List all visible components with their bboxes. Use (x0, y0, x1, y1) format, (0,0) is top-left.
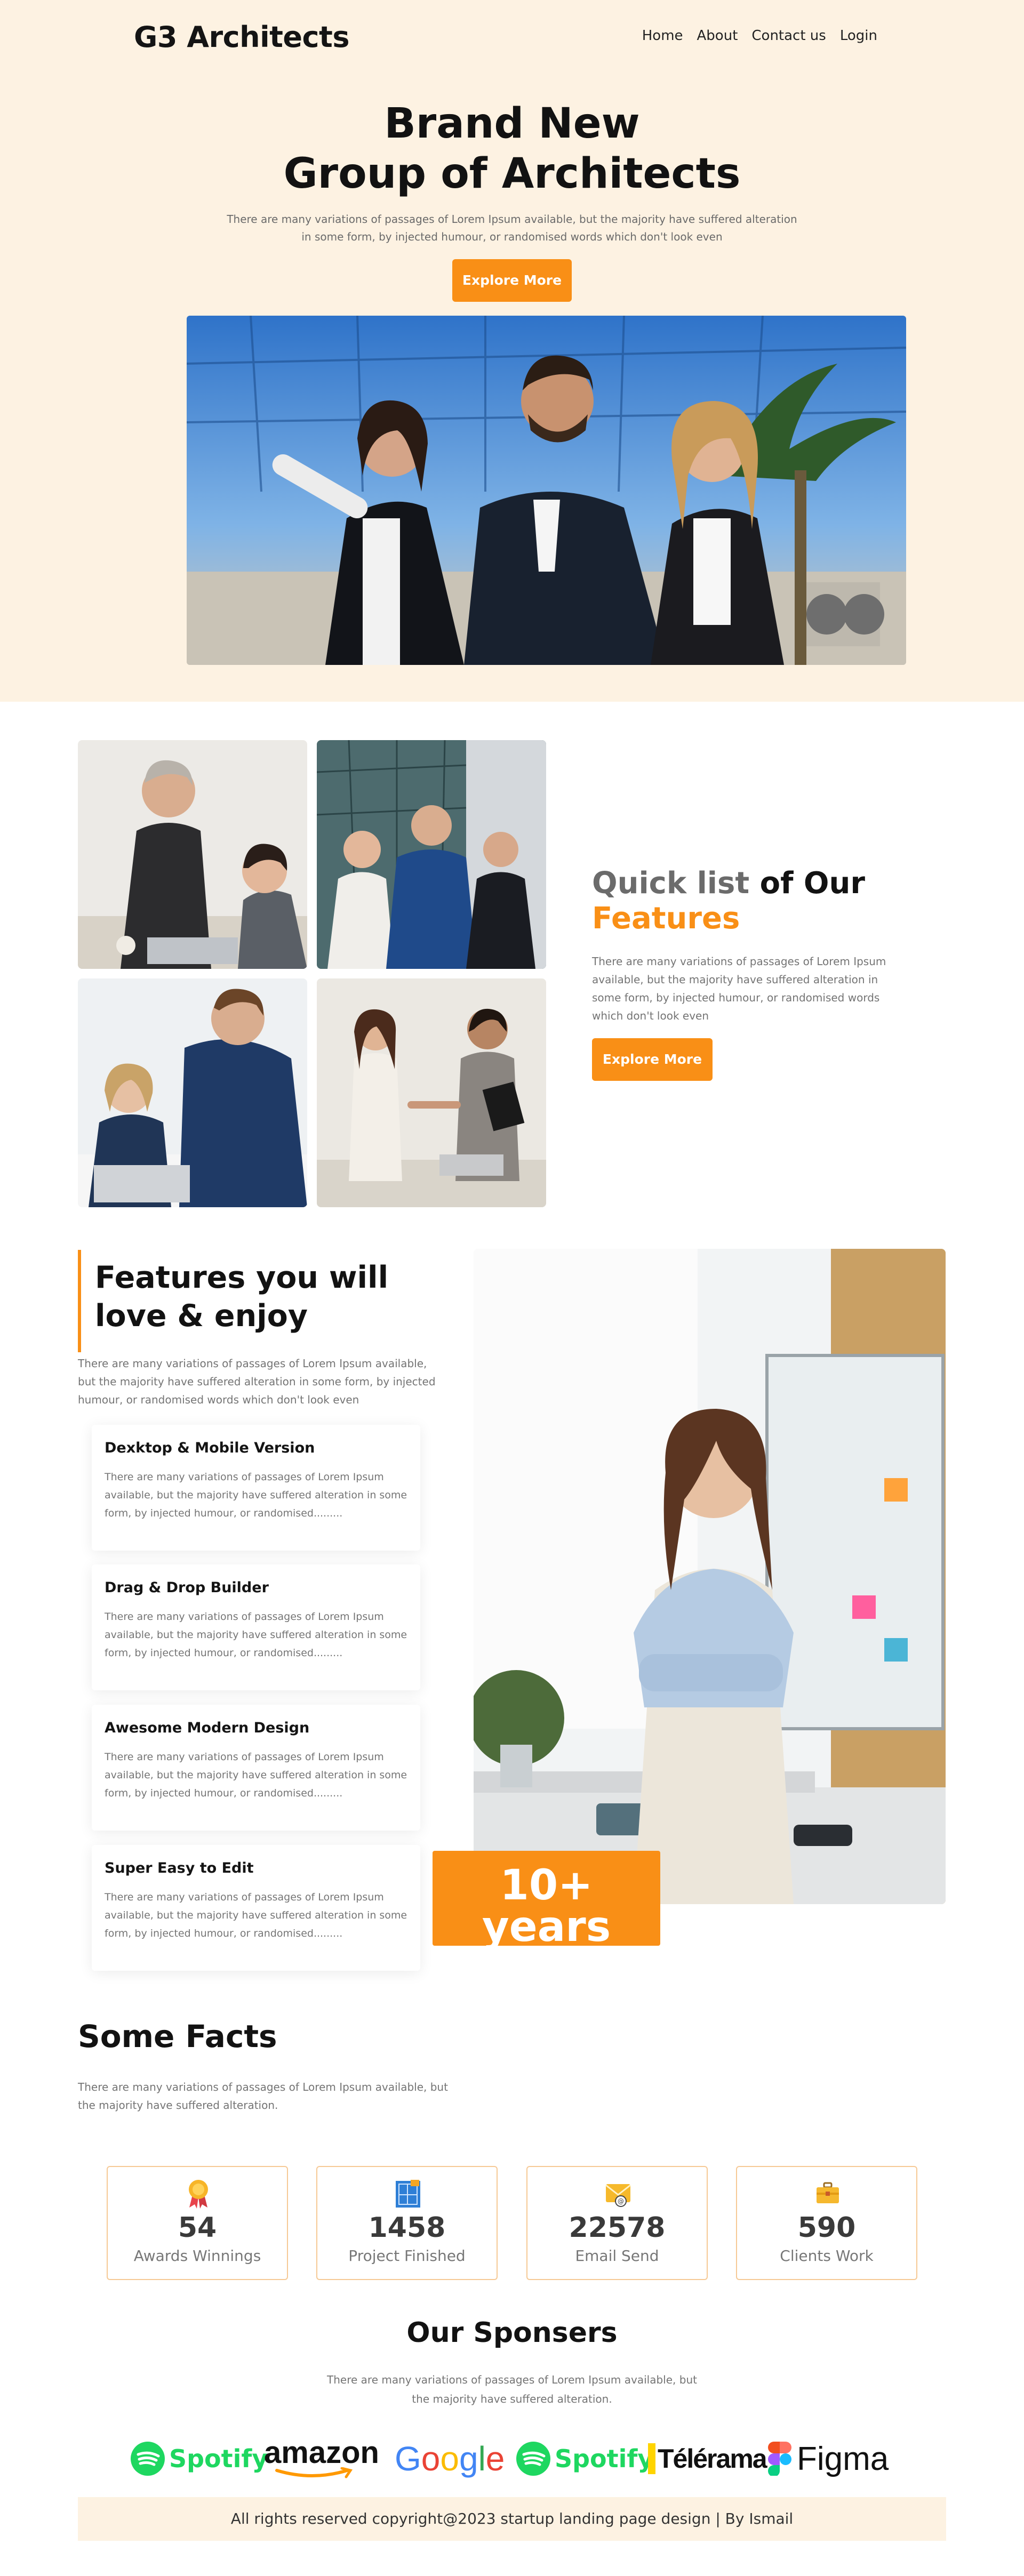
quick-list-section: Quick list of Our Features There are man… (0, 702, 1024, 1239)
quick-explore-button[interactable]: Explore More (592, 1038, 713, 1081)
top-nav: G3 Architects Home About Contact us Logi… (0, 20, 1024, 55)
features-title-line1: Features you will (95, 1260, 389, 1295)
feature-card-text: There are many variations of passages of… (105, 1751, 407, 1799)
sponsor-name: Google (395, 2439, 505, 2478)
hero-team-photo (187, 316, 906, 665)
hero-title-line1: Brand New (384, 100, 640, 148)
nav-link-home[interactable]: Home (642, 28, 683, 44)
hero-title: Brand New Group of Architects (0, 99, 1024, 199)
svg-text:@: @ (618, 2197, 624, 2205)
feature-card: Drag & Drop Builder There are many varia… (92, 1564, 420, 1690)
stat-value: 22578 (569, 2212, 666, 2244)
quick-title-orange: Features (592, 901, 740, 936)
stat-label: Awards Winnings (133, 2247, 261, 2265)
feature-card-title: Drag & Drop Builder (105, 1579, 269, 1596)
briefcase-icon (814, 2179, 841, 2209)
blueprint-icon (395, 2179, 421, 2209)
features-intro: There are many variations of passages of… (78, 1357, 436, 1406)
features-accent-bar (78, 1250, 81, 1352)
hero-title-line2: Group of Architects (283, 150, 741, 198)
brand-logo[interactable]: G3 Architects (134, 20, 349, 54)
stat-value: 54 (178, 2212, 217, 2244)
handshake-photo (317, 978, 546, 1207)
nav-link-login[interactable]: Login (840, 28, 877, 44)
quick-list-desc: There are many variations of passages of… (592, 955, 886, 1022)
hero-lead: There are many variations of passages of… (227, 213, 797, 243)
feature-card-title: Dexktop & Mobile Version (105, 1440, 315, 1456)
stat-label: Project Finished (348, 2247, 466, 2265)
sponsor-logo-figma[interactable]: Figma (768, 2437, 889, 2480)
feature-card-title: Awesome Modern Design (105, 1720, 310, 1736)
experience-value: 10+ years (482, 1861, 611, 1951)
sponsor-logo-amazon[interactable]: amazon (264, 2437, 379, 2480)
team-outside-photo (317, 740, 546, 969)
feature-card: Dexktop & Mobile Version There are many … (92, 1425, 420, 1551)
feature-card-text: There are many variations of passages of… (105, 1891, 407, 1939)
sponsor-name: Spotify (555, 2444, 654, 2473)
quick-title-dark: of Our (749, 866, 866, 901)
hero-section: G3 Architects Home About Contact us Logi… (0, 0, 1024, 702)
sponsor-name: Télérama (648, 2443, 767, 2474)
sponsor-logo-spotify[interactable]: Spotify (131, 2437, 268, 2480)
stat-value: 1458 (368, 2212, 446, 2244)
sponsor-logo-telerama[interactable]: Télérama (648, 2437, 767, 2480)
features-title: Features you will love & enjoy (95, 1258, 388, 1335)
sponsor-name: Figma (797, 2440, 889, 2477)
features-section: Features you will love & enjoy There are… (0, 1239, 1024, 2014)
feature-card: Super Easy to Edit There are many variat… (92, 1845, 420, 1971)
sponsor-logo-spotify-2[interactable]: Spotify (516, 2437, 653, 2480)
sponsors-section: Our Sponsers There are many variations o… (0, 2317, 1024, 2576)
laptop-review-photo (78, 978, 307, 1207)
stat-label: Clients Work (780, 2247, 874, 2265)
spotify-icon (131, 2442, 165, 2476)
sponsors-title: Our Sponsers (406, 2317, 618, 2349)
facts-desc: There are many variations of passages of… (78, 2081, 448, 2112)
sponsor-name: Spotify (169, 2444, 268, 2473)
feature-card-title: Super Easy to Edit (105, 1860, 254, 1876)
quick-list-title: Quick list of Our Features (592, 866, 865, 936)
medal-icon (185, 2179, 212, 2209)
amazon-smile-icon (275, 2467, 353, 2478)
spotify-icon (516, 2442, 550, 2476)
stat-card-projects: 1458 Project Finished (316, 2166, 498, 2280)
feature-card: Awesome Modern Design There are many var… (92, 1705, 420, 1831)
sponsors-desc: There are many variations of passages of… (327, 2373, 697, 2405)
footer-bar: All rights reserved copyright@2023 start… (78, 2497, 946, 2541)
nav-menu: Home About Contact us Login (642, 28, 877, 44)
meeting-photo (78, 740, 307, 969)
hero-explore-button[interactable]: Explore More (452, 259, 572, 302)
facts-section: Some Facts There are many variations of … (0, 2014, 1024, 2317)
stat-card-email: @ 22578 Email Send (526, 2166, 708, 2280)
sponsor-logo-google[interactable]: Google (395, 2437, 505, 2480)
stat-value: 590 (797, 2212, 856, 2244)
facts-title: Some Facts (78, 2018, 277, 2055)
stat-label: Email Send (575, 2247, 659, 2265)
feature-card-text: There are many variations of passages of… (105, 1611, 407, 1659)
quick-title-gray: Quick list (592, 866, 750, 901)
email-icon: @ (605, 2179, 631, 2209)
sponsor-name: amazon (264, 2435, 379, 2470)
nav-link-about[interactable]: About (697, 28, 738, 44)
stat-card-clients: 590 Clients Work (736, 2166, 917, 2280)
experience-badge: 10+ years Experience (433, 1851, 660, 1969)
stat-card-awards: 54 Awards Winnings (107, 2166, 288, 2280)
experience-label: Experience (505, 1951, 588, 1969)
features-title-line2: love & enjoy (95, 1298, 308, 1334)
feature-card-text: There are many variations of passages of… (105, 1471, 407, 1519)
office-woman-photo (474, 1249, 946, 1904)
figma-icon (768, 2442, 791, 2476)
nav-link-contact[interactable]: Contact us (751, 28, 826, 44)
